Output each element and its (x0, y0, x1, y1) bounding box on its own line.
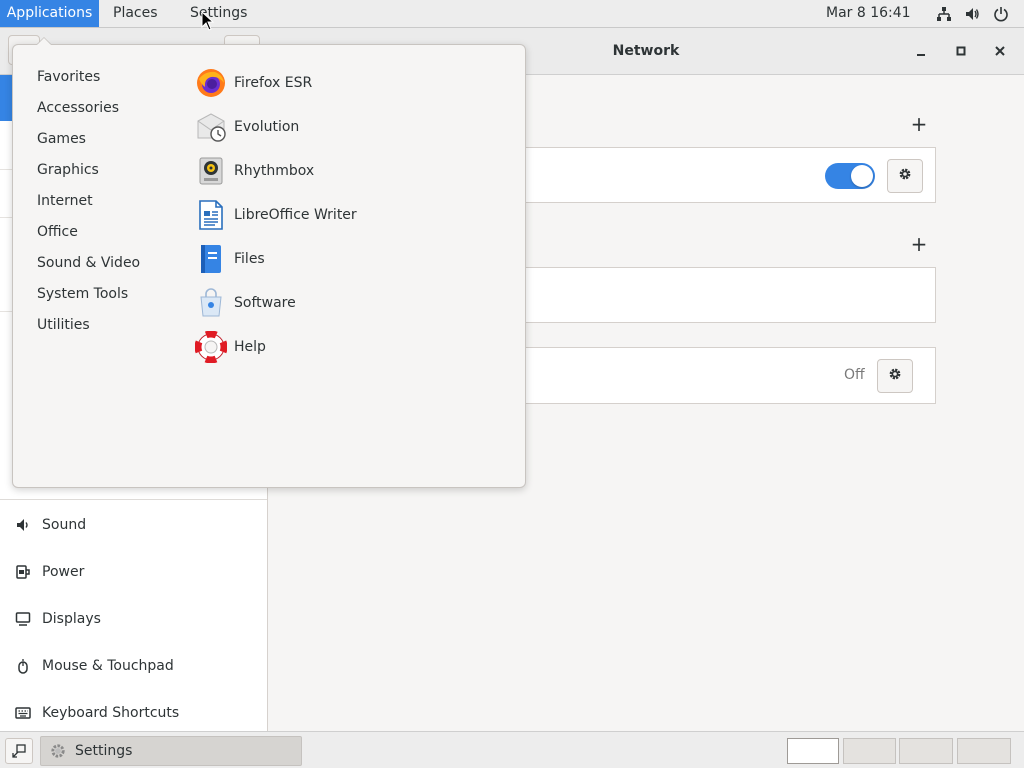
app-label: Files (234, 251, 265, 267)
sidebar-item-sound[interactable]: Sound (0, 501, 267, 548)
keyboard-icon (14, 704, 32, 722)
sidebar-item-label: Keyboard Shortcuts (42, 704, 180, 721)
places-menu-button[interactable]: Places (105, 0, 166, 27)
app-firefox-esr[interactable]: Firefox ESR (195, 65, 312, 101)
category-internet[interactable]: Internet (37, 191, 93, 211)
wired-settings-button[interactable] (887, 159, 923, 193)
sidebar-item-label: Power (42, 563, 85, 580)
sidebar-separator (0, 217, 12, 218)
applications-menu-button[interactable]: Applications (0, 0, 99, 27)
help-lifebuoy-icon (195, 331, 227, 363)
sidebar-item-keyboard-shortcuts[interactable]: Keyboard Shortcuts (0, 689, 267, 736)
category-graphics[interactable]: Graphics (37, 160, 99, 180)
proxy-settings-button[interactable] (877, 359, 913, 393)
app-help[interactable]: Help (195, 329, 266, 365)
monitor-icon (14, 610, 32, 628)
power-plug-icon (14, 563, 32, 581)
rhythmbox-icon (195, 155, 227, 187)
sidebar-item-mouse-touchpad[interactable]: Mouse & Touchpad (0, 642, 267, 689)
top-bar: Applications Places Settings Mar 8 16:41 (0, 0, 1024, 28)
category-utilities[interactable]: Utilities (37, 315, 90, 335)
app-label: Help (234, 339, 266, 355)
app-label: Software (234, 295, 296, 311)
app-label: Evolution (234, 119, 300, 135)
add-vpn-icon[interactable]: + (909, 232, 929, 256)
category-office[interactable]: Office (37, 222, 78, 242)
wired-toggle-switch[interactable] (825, 163, 875, 189)
app-software[interactable]: Software (195, 285, 296, 321)
sidebar-divider (0, 499, 267, 500)
settings-gear-icon (49, 742, 67, 760)
sidebar-item-label: Mouse & Touchpad (42, 657, 174, 674)
volume-icon[interactable] (961, 0, 983, 27)
libreoffice-writer-icon (195, 199, 227, 231)
wired-connection-row (518, 147, 936, 203)
workspace-3[interactable] (899, 738, 953, 764)
category-games[interactable]: Games (37, 129, 86, 149)
proxy-status: Off (844, 367, 865, 383)
minimize-icon[interactable] (907, 37, 935, 65)
gear-icon (897, 166, 913, 186)
category-sound-video[interactable]: Sound & Video (37, 253, 140, 273)
app-label: Firefox ESR (234, 75, 313, 91)
sidebar-item-label: Sound (42, 516, 87, 533)
files-icon (195, 243, 227, 275)
clock[interactable]: Mar 8 16:41 (818, 0, 919, 27)
app-files[interactable]: Files (195, 241, 265, 277)
workspace-4[interactable] (957, 738, 1011, 764)
sidebar-selected-indicator (0, 75, 12, 121)
category-system-tools[interactable]: System Tools (37, 284, 128, 304)
mouse-pointer-icon (201, 10, 215, 31)
settings-menu-button[interactable]: Settings (182, 0, 255, 27)
applications-menu: Favorites Accessories Games Graphics Int… (12, 44, 526, 488)
network-proxy-row[interactable]: Off (518, 347, 936, 404)
app-label: Rhythmbox (234, 163, 315, 179)
close-icon[interactable] (986, 37, 1014, 65)
gear-icon (887, 366, 903, 386)
toggle-knob (851, 165, 873, 187)
sidebar-separator (0, 311, 12, 312)
menu-pointer-inner (37, 38, 51, 45)
show-desktop-button[interactable] (5, 738, 33, 764)
firefox-icon (195, 67, 227, 99)
sidebar-item-displays[interactable]: Displays (0, 595, 267, 642)
network-wired-icon[interactable] (933, 0, 955, 27)
power-icon[interactable] (990, 0, 1012, 27)
taskbar-item-settings[interactable]: Settings (40, 736, 302, 766)
software-icon (195, 287, 227, 319)
category-favorites[interactable]: Favorites (37, 67, 100, 87)
app-rhythmbox[interactable]: Rhythmbox (195, 153, 314, 189)
sidebar-item-label: Displays (42, 610, 101, 627)
workspace-2[interactable] (843, 738, 896, 764)
mouse-icon (14, 657, 32, 675)
window-title: Network (612, 43, 680, 59)
sidebar-item-power[interactable]: Power (0, 548, 267, 595)
bottom-panel: Settings (0, 731, 1024, 768)
app-evolution[interactable]: Evolution (195, 109, 299, 145)
speaker-icon (14, 516, 32, 534)
maximize-icon[interactable] (947, 37, 975, 65)
vpn-list (518, 267, 936, 323)
sidebar-separator (0, 169, 12, 170)
evolution-icon (195, 111, 227, 143)
add-connection-icon[interactable]: + (909, 112, 929, 136)
workspace-1[interactable] (787, 738, 839, 764)
app-libreoffice-writer[interactable]: LibreOffice Writer (195, 197, 357, 233)
app-label: LibreOffice Writer (234, 207, 357, 223)
taskbar-item-label: Settings (75, 743, 133, 759)
category-accessories[interactable]: Accessories (37, 98, 119, 118)
